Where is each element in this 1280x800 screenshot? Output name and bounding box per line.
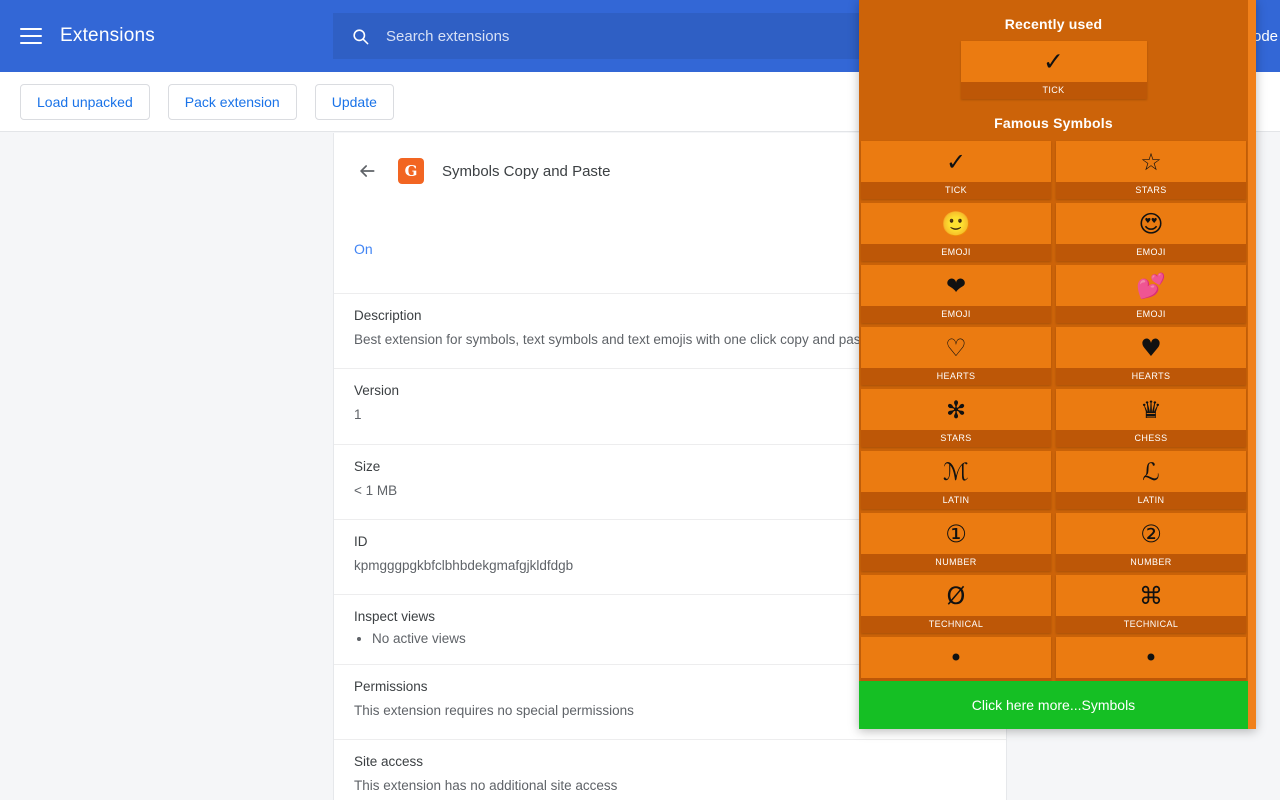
symbol-glyph: ✓ bbox=[1043, 47, 1064, 76]
symbol-tile[interactable]: ♛ CHESS bbox=[1056, 389, 1246, 447]
symbol-tile[interactable]: ☆ STARS bbox=[1056, 141, 1246, 199]
symbol-label: EMOJI bbox=[1056, 306, 1246, 323]
enabled-toggle-label[interactable]: On bbox=[354, 241, 373, 257]
symbol-glyph: Ø bbox=[946, 581, 966, 610]
symbol-tile[interactable]: • bbox=[1056, 637, 1246, 685]
famous-symbols-title: Famous Symbols bbox=[994, 115, 1113, 131]
symbol-glyph: ℒ bbox=[1142, 457, 1160, 486]
symbol-tile[interactable]: ✻ STARS bbox=[861, 389, 1051, 447]
symbol-glyph: ❤ bbox=[945, 271, 967, 300]
symbol-label: TECHNICAL bbox=[861, 616, 1051, 633]
symbol-glyph: ♥ bbox=[1140, 333, 1162, 362]
symbol-label: STARS bbox=[1056, 182, 1246, 199]
symbol-glyph: • bbox=[1143, 643, 1159, 672]
recently-used-list: ✓ TICK bbox=[859, 41, 1248, 99]
symbol-tile[interactable]: 😍 EMOJI bbox=[1056, 203, 1246, 261]
section-value: This extension has no additional site ac… bbox=[354, 778, 618, 794]
more-symbols-button[interactable]: Click here more...Symbols bbox=[859, 681, 1248, 729]
symbol-label: EMOJI bbox=[1056, 244, 1246, 261]
symbol-glyph: 💕 bbox=[1136, 271, 1166, 300]
symbol-label: NUMBER bbox=[1056, 554, 1246, 571]
symbol-tile[interactable]: ♥ HEARTS bbox=[1056, 327, 1246, 385]
symbol-label: HEARTS bbox=[861, 368, 1051, 385]
symbol-glyph: 🙂 bbox=[941, 209, 971, 238]
extension-icon: G bbox=[398, 158, 424, 184]
symbol-label: TICK bbox=[861, 182, 1051, 199]
search-icon bbox=[351, 27, 370, 46]
symbol-glyph: ☆ bbox=[1140, 147, 1162, 176]
symbol-tile[interactable]: ❤ EMOJI bbox=[861, 265, 1051, 323]
symbol-glyph: ♡ bbox=[945, 333, 967, 362]
symbol-label: LATIN bbox=[1056, 492, 1246, 509]
symbol-tile[interactable]: ℳ LATIN bbox=[861, 451, 1051, 509]
page-title: Extensions bbox=[60, 25, 155, 46]
symbol-tile[interactable]: ⌘ TECHNICAL bbox=[1056, 575, 1246, 633]
extension-popup: Recently used ✓ TICK Famous Symbols ✓ TIC… bbox=[859, 0, 1256, 729]
symbol-label: EMOJI bbox=[861, 306, 1051, 323]
update-button[interactable]: Update bbox=[314, 83, 394, 120]
symbol-glyph: ① bbox=[945, 519, 967, 548]
symbol-label: HEARTS bbox=[1056, 368, 1246, 385]
symbol-tile[interactable]: ① NUMBER bbox=[861, 513, 1051, 571]
symbol-tile[interactable]: 🙂 EMOJI bbox=[861, 203, 1051, 261]
search-input[interactable] bbox=[386, 13, 924, 59]
screen: Extensions Developer mode Load unpacked … bbox=[0, 0, 1280, 800]
symbol-tile[interactable]: • bbox=[861, 637, 1051, 685]
symbol-label: CHESS bbox=[1056, 430, 1246, 447]
symbol-tile[interactable]: ② NUMBER bbox=[1056, 513, 1246, 571]
extension-name: Symbols Copy and Paste bbox=[442, 162, 611, 180]
load-unpacked-button[interactable]: Load unpacked bbox=[20, 83, 150, 120]
symbol-label: TECHNICAL bbox=[1056, 616, 1246, 633]
symbol-label: LATIN bbox=[861, 492, 1051, 509]
symbol-label: TICK bbox=[960, 82, 1147, 99]
section-site-access: Site access This extension has no additi… bbox=[334, 739, 1006, 800]
symbol-tile[interactable]: ℒ LATIN bbox=[1056, 451, 1246, 509]
symbol-glyph: ② bbox=[1140, 519, 1162, 548]
symbol-tile[interactable]: ✓ TICK bbox=[861, 141, 1051, 199]
symbol-tile[interactable]: Ø TECHNICAL bbox=[861, 575, 1051, 633]
recently-used-title: Recently used bbox=[1004, 16, 1103, 32]
symbol-tile[interactable]: ♡ HEARTS bbox=[861, 327, 1051, 385]
popup-inner: Recently used ✓ TICK Famous Symbols ✓ TIC… bbox=[859, 0, 1248, 729]
symbol-grid: ✓ TICK ☆ STARS 🙂 EMOJI 😍 EMOJI ❤ EMOJI 💕 EMOJI ♡ HEAR… bbox=[859, 141, 1248, 685]
section-label: Site access bbox=[354, 754, 424, 770]
symbol-label: NUMBER bbox=[861, 554, 1051, 571]
symbol-glyph: 😍 bbox=[1138, 209, 1164, 238]
recent-symbol-tile[interactable]: ✓ TICK bbox=[960, 41, 1147, 99]
symbol-tile[interactable]: 💕 EMOJI bbox=[1056, 265, 1246, 323]
symbol-glyph: ⌘ bbox=[1139, 581, 1163, 610]
symbol-glyph: ♛ bbox=[1140, 395, 1162, 424]
hamburger-menu-icon[interactable] bbox=[16, 21, 46, 51]
symbol-glyph: ℳ bbox=[943, 457, 969, 486]
symbol-label: STARS bbox=[861, 430, 1051, 447]
symbol-glyph: • bbox=[948, 643, 964, 672]
symbol-glyph: ✓ bbox=[945, 147, 967, 176]
symbol-glyph: ✻ bbox=[945, 395, 967, 424]
back-arrow-icon[interactable] bbox=[354, 158, 380, 184]
symbol-label: EMOJI bbox=[861, 244, 1051, 261]
pack-extension-button[interactable]: Pack extension bbox=[167, 83, 297, 120]
search-box[interactable] bbox=[333, 13, 924, 59]
